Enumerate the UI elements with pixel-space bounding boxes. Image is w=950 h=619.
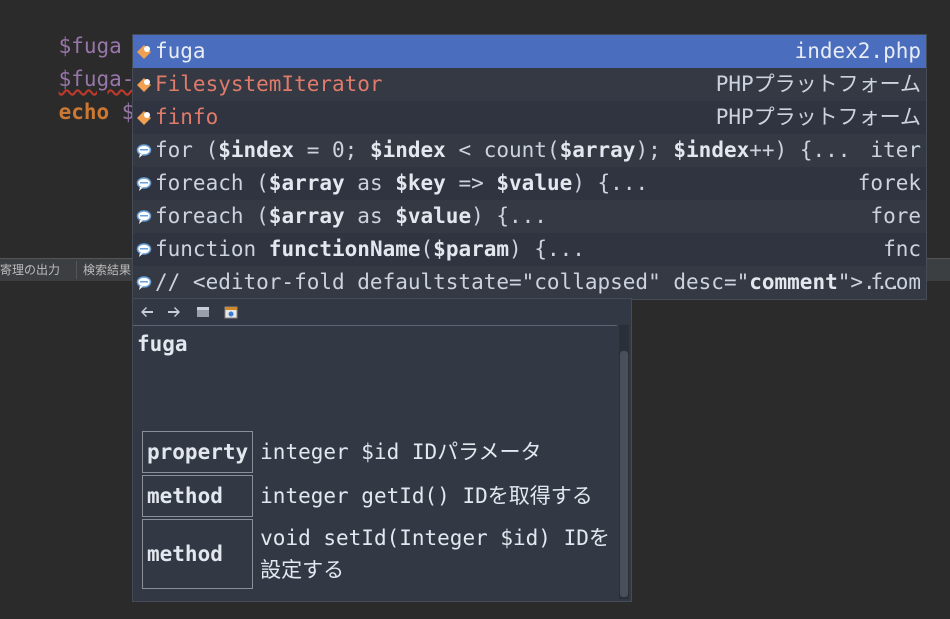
member-desc: integer $id IDパラメータ [260, 440, 542, 464]
template-text: // <editor-fold defaultstate="collapsed"… [155, 270, 750, 294]
template-variable: comment [749, 270, 838, 294]
completion-item-source: PHPプラットフォーム [715, 72, 921, 96]
completion-item[interactable]: for ($index = 0; $index < count($array);… [133, 134, 926, 167]
template-icon [136, 276, 152, 290]
member-desc-line: 設定する [260, 558, 345, 582]
template-variable: $key [395, 171, 446, 195]
completion-item-name: foreach ($array as $value) {... [155, 200, 547, 233]
template-variable: $value [496, 171, 573, 195]
completion-item-source: fnc [883, 237, 921, 261]
template-text: < count( [445, 138, 560, 162]
template-icon [136, 243, 152, 257]
completion-item[interactable]: foreach ($array as $value) {... fore [133, 200, 926, 233]
template-icon [136, 177, 152, 191]
documentation-popup: fuga property integer $id IDパラメータ method… [132, 298, 632, 602]
code-completion-popup[interactable]: fuga index2.php FilesystemIterator PHPプラットフ… [132, 34, 927, 300]
member-row: method integer getId() IDを取得する [142, 475, 615, 517]
member-row: method void setId(Integer $id) IDを 設定する [142, 519, 615, 589]
member-desc: void setId(Integer $id) IDを 設定する [255, 519, 615, 589]
code-line-1[interactable]: $fuga = new f [8, 1, 223, 58]
class-icon [137, 111, 151, 125]
completion-item[interactable]: finfo PHPプラットフォーム [133, 101, 926, 134]
template-text: as [344, 204, 396, 228]
completion-item[interactable]: fuga index2.php [133, 35, 926, 68]
template-variable: $index [218, 138, 295, 162]
open-source-icon[interactable] [195, 304, 211, 320]
class-icon [137, 78, 151, 92]
template-text: ) {... [509, 237, 585, 261]
completion-item-name: // <editor-fold defaultstate="collapsed"… [155, 266, 901, 299]
keyword-token: echo [58, 100, 110, 124]
template-variable: $param [433, 237, 510, 261]
completion-item-name: foreach ($array as $key => $value) {... [155, 167, 648, 200]
member-kind: method [142, 475, 254, 517]
template-icon [136, 144, 152, 158]
doc-title: fuga [137, 332, 188, 356]
completion-item-source: fcom [870, 270, 921, 294]
completion-item[interactable]: foreach ($array as $key => $value) {... f… [133, 167, 926, 200]
completion-item-source: index2.php [794, 39, 921, 63]
back-arrow-icon[interactable] [139, 304, 155, 320]
completion-item-name: FilesystemIterator [155, 72, 383, 96]
template-icon [136, 210, 152, 224]
completion-item[interactable]: function functionName($param) {... fnc [133, 233, 926, 266]
template-variable: $array [559, 138, 636, 162]
completion-item[interactable]: FilesystemIterator PHPプラットフォーム [133, 68, 926, 101]
template-variable: $index [369, 138, 446, 162]
template-text: ++) {... [749, 138, 851, 162]
external-browser-icon[interactable] [223, 304, 239, 320]
completion-item-source: fore [870, 204, 921, 228]
doc-scrollbar-thumb[interactable] [620, 351, 628, 597]
template-text: for ( [155, 138, 219, 162]
completion-item[interactable]: // <editor-fold defaultstate="collapsed"… [133, 266, 926, 299]
template-text: ); [635, 138, 674, 162]
member-desc-line: void setId(Integer $id) IDを [260, 526, 610, 550]
template-variable: $array [268, 171, 345, 195]
template-variable: functionName [268, 237, 421, 261]
completion-item-source: forek [857, 171, 921, 195]
member-kind: property [142, 431, 254, 473]
forward-arrow-icon[interactable] [166, 304, 182, 320]
template-text: => [445, 171, 497, 195]
template-text: ) {... [572, 171, 649, 195]
template-text: = 0; [294, 138, 370, 162]
member-desc: integer getId() IDを取得する [260, 484, 593, 508]
doc-separator [133, 325, 617, 326]
template-text: foreach ( [155, 171, 269, 195]
members-table: property integer $id IDパラメータ method inte… [140, 429, 617, 591]
completion-item-source: iter [870, 138, 921, 162]
template-text: function [155, 237, 269, 261]
completion-item-name: function functionName($param) {... [155, 233, 585, 266]
member-row: property integer $id IDパラメータ [142, 431, 615, 473]
completion-item-source: PHPプラットフォーム [715, 105, 921, 129]
template-text: ( [420, 237, 434, 261]
class-icon [137, 45, 151, 59]
template-text: ) {... [471, 204, 547, 228]
completion-item-name: finfo [155, 105, 219, 129]
tab-search-results[interactable]: 検索結果 [76, 261, 137, 279]
completion-item-name: for ($index = 0; $index < count($array);… [155, 134, 850, 167]
template-variable: $array [268, 204, 345, 228]
template-text: foreach ( [155, 204, 269, 228]
doc-toolbar [133, 299, 631, 325]
template-variable: $index [673, 138, 750, 162]
template-variable: $value [395, 204, 472, 228]
template-text: as [344, 171, 396, 195]
tab-output[interactable]: 寄理の出力 [0, 261, 66, 279]
completion-item-name: fuga [155, 39, 206, 63]
member-kind: method [142, 519, 254, 589]
